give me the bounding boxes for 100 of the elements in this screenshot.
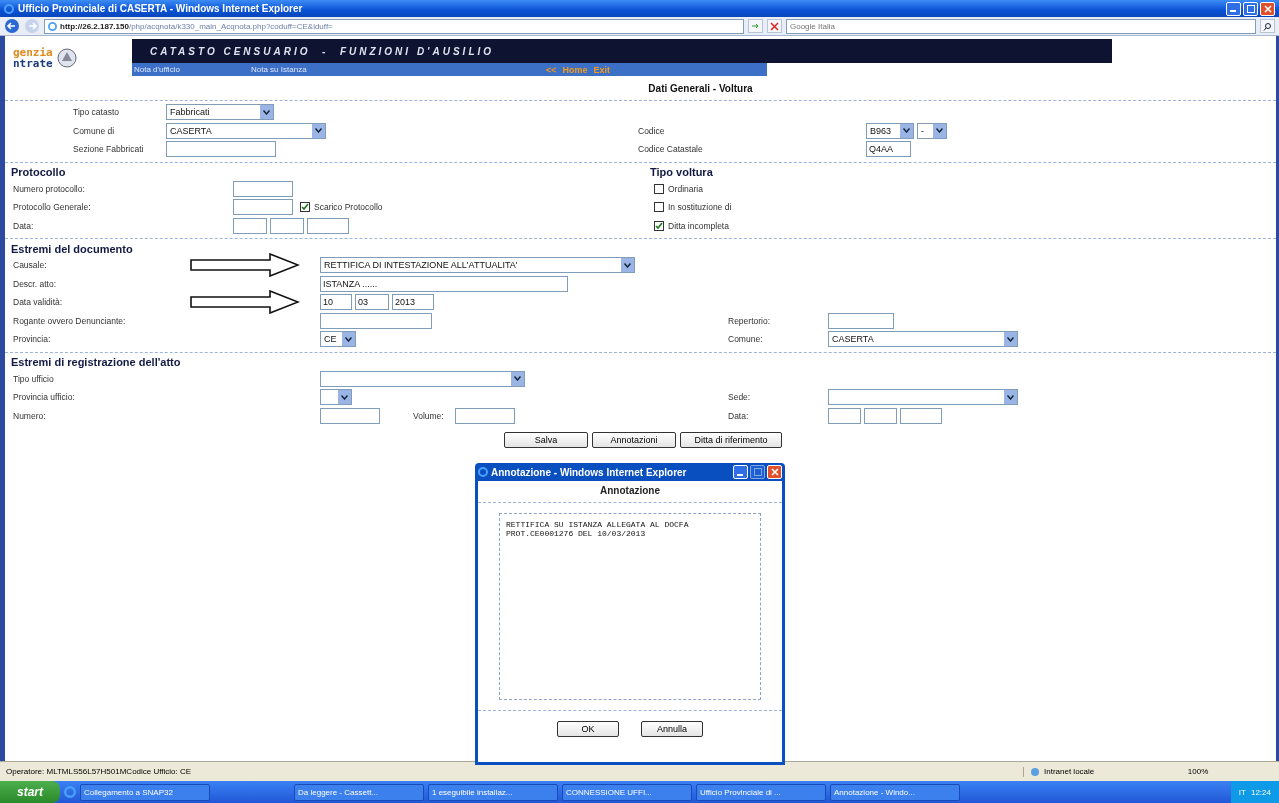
text-field[interactable] <box>454 407 515 424</box>
field-label: Descr. atto: <box>13 278 56 289</box>
text-field[interactable]: Q4AA <box>866 141 911 158</box>
text-field[interactable] <box>270 217 304 234</box>
field-label: Data: <box>13 220 34 231</box>
text-field[interactable] <box>864 407 897 424</box>
dialog-title: Annotazione - Windows Internet Explorer <box>491 466 687 478</box>
form-button[interactable]: Salva <box>504 432 588 448</box>
text-field[interactable]: 03 <box>355 294 389 311</box>
taskbar-item[interactable]: 1 eseguibile installaz... <box>428 783 558 801</box>
dialog-button[interactable]: Annulla <box>641 721 703 737</box>
chevron-down-icon <box>345 336 352 342</box>
arrow-icon <box>751 21 760 31</box>
dropdown[interactable]: CE <box>320 331 356 348</box>
text-field[interactable] <box>828 407 861 424</box>
globe-icon <box>1030 766 1040 777</box>
dropdown[interactable]: Fabbricati <box>166 104 274 121</box>
text-field[interactable] <box>233 217 267 234</box>
taskbar-item[interactable]: CONNESSIONE UFFI... <box>562 783 692 801</box>
address-field[interactable]: http://26.2.187.150/php/acqnota/k330_main_Acqnota.php?coduff=CE&iduff= <box>44 18 744 34</box>
field-label: Provincia ufficio: <box>13 392 75 403</box>
start-button[interactable]: start <box>0 781 60 803</box>
form-button[interactable]: Annotazioni <box>592 432 676 448</box>
zoom-level[interactable]: 100% <box>1098 767 1209 776</box>
text-field[interactable]: 10 <box>320 294 352 311</box>
text-field[interactable] <box>233 180 293 197</box>
text-field[interactable] <box>320 407 380 424</box>
dropdown[interactable]: CASERTA <box>828 331 1018 348</box>
text-field[interactable] <box>166 141 276 158</box>
field-label: Numero protocollo: <box>13 183 85 194</box>
minimize-button[interactable] <box>1226 1 1241 16</box>
chevron-down-icon <box>1007 394 1014 400</box>
text-field[interactable] <box>320 312 432 329</box>
field-label: Codice Catastale <box>638 144 703 155</box>
maximize-icon <box>1246 4 1255 13</box>
field-label: Repertorio: <box>728 315 771 326</box>
minimize-button[interactable] <box>733 465 748 479</box>
maximize-button[interactable] <box>1243 1 1258 16</box>
field-label: Rogante ovvero Denunciante: <box>13 315 126 326</box>
taskbar-item[interactable]: Ufficio Provinciale di ... <box>696 783 826 801</box>
text-field[interactable]: 2013 <box>392 294 434 311</box>
field-label: Comune di <box>73 125 115 136</box>
checkbox[interactable]: Scarico Protocollo <box>300 202 383 213</box>
search-icon <box>1263 21 1272 31</box>
clock: 12:24 <box>1250 787 1271 797</box>
dropdown[interactable]: CASERTA <box>166 122 326 139</box>
dropdown[interactable]: B963 <box>866 122 914 139</box>
dropdown[interactable]: RETTIFICA DI INTESTAZIONE ALL'ATTUALITA' <box>320 257 635 274</box>
nav-link[interactable]: Nota su Istanza <box>251 65 366 74</box>
text-field[interactable] <box>307 217 349 234</box>
search-button[interactable] <box>1260 19 1275 33</box>
checkbox[interactable]: In sostituzione di <box>654 202 732 213</box>
emblem-icon <box>56 47 77 68</box>
chevron-down-icon <box>263 109 270 115</box>
checkmark-icon <box>301 203 309 212</box>
chevron-down-icon <box>624 262 631 268</box>
dialog-button[interactable]: OK <box>557 721 619 737</box>
close-icon <box>1263 4 1272 13</box>
dropdown[interactable] <box>828 389 1018 406</box>
field-label: Comune: <box>728 334 763 345</box>
taskbar-item[interactable]: Annotazione - Windo... <box>830 783 960 801</box>
field-label: Codice <box>638 125 665 136</box>
text-field[interactable] <box>900 407 942 424</box>
field-label: Provincia: <box>13 334 51 345</box>
dropdown[interactable] <box>320 389 352 406</box>
app-title: CATASTO CENSUARIO - FUNZIONI D'AUSILIO <box>150 45 495 57</box>
window-title: Ufficio Provinciale di CASERTA - Windows Internet Explorer <box>18 3 303 14</box>
form-button[interactable]: Ditta di riferimento <box>680 432 782 448</box>
search-field[interactable]: Google Italia <box>786 18 1256 34</box>
checkbox[interactable]: Ditta incompleta <box>654 220 729 231</box>
maximize-button[interactable] <box>750 465 765 479</box>
field-label: Tipo catasto <box>73 107 119 118</box>
taskbar-item[interactable]: Collegamento a SNAP32 <box>80 783 210 801</box>
stop-button[interactable] <box>767 19 782 33</box>
checkbox[interactable]: Ordinaria <box>654 183 703 194</box>
section-heading: Protocollo <box>11 166 67 178</box>
annotation-field[interactable]: RETTIFICA SU ISTANZA ALLEGATA AL DOCFA PROT.CE0001276 DEL 10/03/2013 <box>499 513 761 700</box>
field-label: Tipo ufficio <box>13 373 54 384</box>
nav-link[interactable]: Nota d'ufficio <box>134 65 249 74</box>
field-label: Data validità: <box>13 297 63 308</box>
close-button[interactable] <box>1260 1 1275 16</box>
chevron-down-icon <box>514 376 521 382</box>
dropdown[interactable]: - <box>917 122 947 139</box>
text-field[interactable] <box>233 199 293 216</box>
close-icon <box>770 21 779 31</box>
back-icon[interactable] <box>4 18 20 34</box>
close-icon <box>770 468 779 476</box>
security-zone: Intranet locale <box>1044 767 1095 776</box>
taskbar-item[interactable]: Da leggere - Cassett... <box>294 783 424 801</box>
maximize-icon <box>753 468 762 476</box>
status-text: Operatore: MLTMLS56L57H501MCodice Ufficio: CE <box>6 767 192 776</box>
section-heading: Estremi del documento <box>11 242 134 255</box>
chevron-down-icon <box>341 394 348 400</box>
text-field[interactable] <box>828 312 894 329</box>
chevron-down-icon <box>315 128 322 134</box>
close-button[interactable] <box>767 465 782 479</box>
dropdown[interactable] <box>320 370 525 387</box>
checkmark-icon <box>655 221 663 230</box>
logo: genzia ntrate <box>13 46 53 69</box>
text-field[interactable]: ISTANZA ...... <box>320 275 568 292</box>
